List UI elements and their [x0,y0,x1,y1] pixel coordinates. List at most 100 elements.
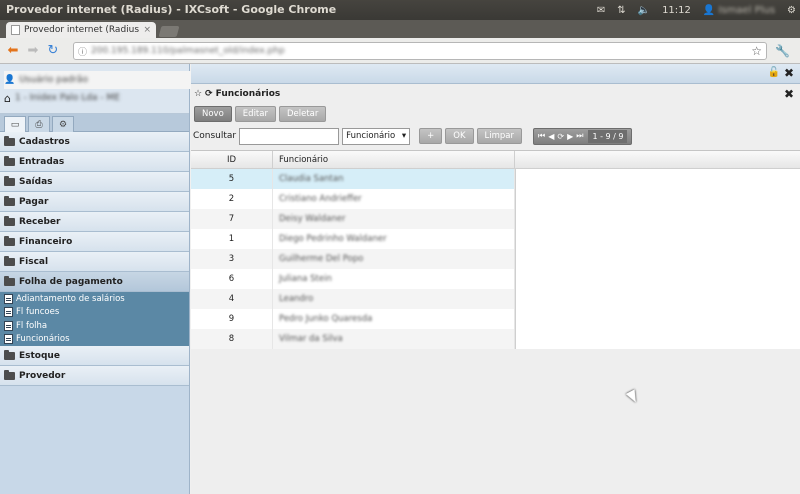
table-row[interactable]: 7 Deisy Waldaner [191,209,515,229]
menu-fiscal[interactable]: Fiscal [0,252,189,272]
cell-id: 1 [191,229,273,249]
grid-empty-area [515,169,800,349]
table-row[interactable]: 8 Vilmar da Silva [191,329,515,349]
search-input[interactable] [239,127,340,145]
editar-button[interactable]: Editar [234,106,276,122]
menu-estoque[interactable]: Estoque [0,346,189,366]
reload-icon[interactable]: ↻ [46,43,60,58]
unlock-icon[interactable]: 🔓 [768,67,780,78]
cell-id: 3 [191,249,273,269]
menu-folha-de-pagamento[interactable]: Folha de pagamento [0,272,189,292]
user-name: Usuário padrão [19,75,88,85]
main-panel: 🔓 ✖ ☆ ⟳ Funcionários ✖ Novo Editar Delet… [191,64,800,494]
cell-name: Cristiano Andrieffer [273,189,515,209]
clock[interactable]: 11:12 [662,5,691,16]
table-row[interactable]: 9 Pedro Junko Quaresda [191,309,515,329]
menu-receber[interactable]: Receber [0,212,189,232]
gear-icon[interactable]: ⚙ [52,116,74,132]
company-name[interactable]: 1 - Inidex Palo Lda - ME [15,93,120,103]
cell-id: 8 [191,329,273,349]
ok-button[interactable]: OK [445,128,474,144]
menu-cadastros[interactable]: Cadastros [0,132,189,152]
limpar-button[interactable]: Limpar [476,128,523,144]
tab-close-icon[interactable]: × [143,25,151,35]
submenu-adiantamento[interactable]: Adiantamento de salários [0,292,189,306]
table-row[interactable]: 1 Diego Pedrinho Waldaner [191,229,515,249]
browser-tab[interactable]: Provedor internet (Radius × [6,22,156,38]
wrench-menu-icon[interactable]: 🔧 [775,44,790,58]
panel-title: Funcionários [215,89,281,99]
tab-strip: Provedor internet (Radius × [0,20,800,38]
menu-provedor[interactable]: Provedor [0,366,189,386]
close-panel-icon[interactable]: ✖ [784,87,794,101]
username: Ismael Plus [718,4,776,16]
document-icon [4,334,13,345]
menu-entradas[interactable]: Entradas [0,152,189,172]
cell-name-text: Leandro [279,294,314,304]
table-row[interactable]: 2 Cristiano Andrieffer [191,189,515,209]
search-row: Consultar Funcionário ▾ + OK Limpar ⏮ ◀ … [191,124,800,148]
network-icon[interactable]: ⇅ [617,5,625,16]
first-page-icon[interactable]: ⏮ [538,131,545,141]
cell-name: Diego Pedrinho Waldaner [273,229,515,249]
cell-name: Juliana Stein [273,269,515,289]
sidebar-menu: Cadastros Entradas Saídas Pagar Receber … [0,132,189,386]
url-text: 200.195.189.110/palmasnet_old/index.php [91,46,285,56]
column-header-id[interactable]: ID [191,151,273,168]
cell-name: Vilmar da Silva [273,329,515,349]
prev-page-icon[interactable]: ◀ [548,132,554,141]
volume-icon[interactable]: 🔈 [638,5,650,16]
refresh-icon[interactable]: ⟳ [205,89,213,99]
page-info-icon[interactable]: ⓘ [78,45,87,58]
menu-pagar[interactable]: Pagar [0,192,189,212]
add-filter-button[interactable]: + [419,128,443,144]
home-icon[interactable]: ⌂ [4,92,11,105]
reload-grid-icon[interactable]: ⟳ [557,132,564,141]
print-icon[interactable]: ⎙ [28,116,50,132]
cell-name-text: Juliana Stein [279,274,332,284]
menu-label: Cadastros [19,136,70,147]
cell-id: 9 [191,309,273,329]
close-all-icon[interactable]: ✖ [784,66,794,80]
table-row[interactable]: 5 Claudia Santan [191,169,515,189]
novo-button[interactable]: Novo [194,106,232,122]
field-select[interactable]: Funcionário ▾ [342,127,411,145]
forward-arrow-icon[interactable]: ➡ [26,43,40,58]
table-row[interactable]: 3 Guilherme Del Popo [191,249,515,269]
panel-header: ☆ ⟳ Funcionários ✖ [191,84,800,104]
user-box: 👤 Usuário padrão ⌂ 1 - Inidex Palo Lda -… [0,64,328,114]
mail-icon[interactable]: ✉ [597,5,605,16]
cell-id: 6 [191,269,273,289]
submenu-fl-folha[interactable]: Fl folha [0,319,189,333]
deletar-button[interactable]: Deletar [278,106,327,122]
submenu-fl-funcoes[interactable]: Fl funcoes [0,306,189,320]
pager-count: 1 - 9 / 9 [588,129,628,143]
bookmark-star-icon[interactable]: ☆ [751,44,762,58]
search-label: Consultar [193,131,237,141]
browser-toolbar: ⬅ ➡ ↻ ⓘ 200.195.189.110/palmasnet_old/in… [0,38,800,64]
page-favicon-icon [11,25,20,35]
back-arrow-icon[interactable]: ⬅ [6,43,20,58]
cell-name: Leandro [273,289,515,309]
table-row[interactable]: 6 Juliana Stein [191,269,515,289]
favorite-star-icon[interactable]: ☆ [194,89,202,99]
submenu-funcionarios[interactable]: Funcionários [0,333,189,347]
menu-label: Estoque [19,350,60,361]
power-gear-icon[interactable]: ⚙ [787,5,796,16]
window-icon[interactable]: ▭ [4,116,26,132]
user-icon[interactable]: 👤 Ismael Plus [703,5,775,16]
submenu-label: Fl folha [16,320,48,331]
column-header-funcionario[interactable]: Funcionário [273,151,515,168]
new-tab-button[interactable] [158,26,180,37]
submenu-label: Funcionários [16,334,70,345]
address-bar[interactable]: ⓘ 200.195.189.110/palmasnet_old/index.ph… [73,42,767,60]
next-page-icon[interactable]: ▶ [567,132,573,141]
menu-saidas[interactable]: Saídas [0,172,189,192]
last-page-icon[interactable]: ⏭ [576,131,583,141]
folder-icon [4,369,15,380]
table-row[interactable]: 4 Leandro [191,289,515,309]
cell-id: 2 [191,189,273,209]
pager: ⏮ ◀ ⟳ ▶ ⏭ 1 - 9 / 9 [533,127,633,145]
cell-name-text: Pedro Junko Quaresda [279,314,373,324]
menu-financeiro[interactable]: Financeiro [0,232,189,252]
